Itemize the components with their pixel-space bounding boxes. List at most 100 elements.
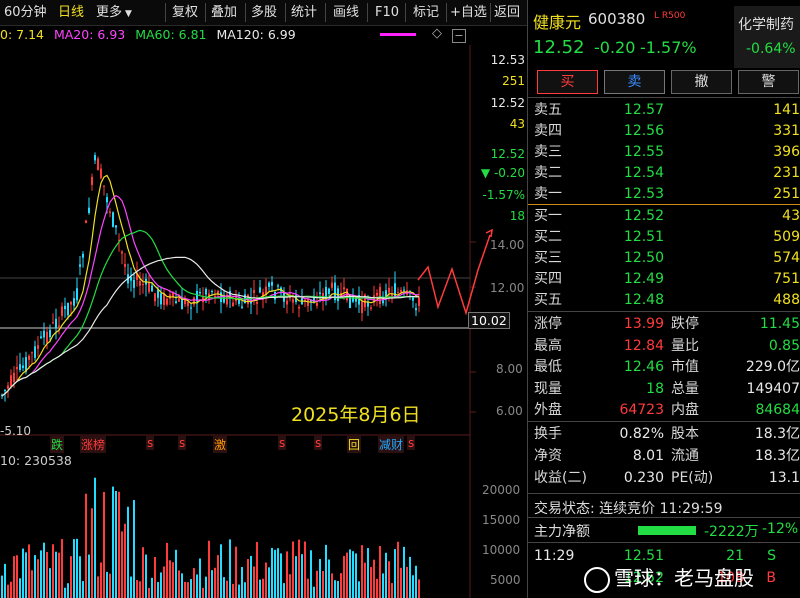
event-marker[interactable]: s xyxy=(146,436,155,450)
stat-value: 8.01 xyxy=(632,448,664,464)
tick-flag: B xyxy=(766,570,776,586)
candle-body xyxy=(58,325,60,327)
more-button[interactable]: 更多 ▼ xyxy=(96,3,132,22)
volume-bar xyxy=(214,567,216,598)
candle-body xyxy=(40,336,42,339)
current-price-tag: 10.02 xyxy=(468,312,510,329)
adjust-button[interactable]: 复权 xyxy=(172,3,198,22)
candle-body xyxy=(115,225,117,228)
tab-daily[interactable]: 日线 xyxy=(58,3,84,22)
volume-bar xyxy=(331,573,333,598)
alert-button[interactable]: 警 xyxy=(738,70,799,94)
buy-order-volume: 43 xyxy=(782,208,800,224)
cancel-order-button[interactable]: 撤 xyxy=(671,70,732,94)
buy-order-row[interactable]: 买一 12.52 43 xyxy=(534,206,800,227)
candle-body xyxy=(271,282,273,286)
event-marker[interactable]: s xyxy=(278,436,287,450)
sell-order-row[interactable]: 卖三 12.55 396 xyxy=(534,142,800,163)
tab-60min[interactable]: 60分钟 xyxy=(4,3,47,22)
sector-name: 化学制药 xyxy=(738,17,794,33)
volume-bar xyxy=(235,546,237,598)
event-marker[interactable]: 减财 xyxy=(378,436,405,453)
draw-button[interactable]: 画线 xyxy=(333,3,359,22)
stats-button[interactable]: 统计 xyxy=(291,3,317,22)
date-annotation: 2025年8月6日 xyxy=(291,404,421,426)
volume-bar xyxy=(358,581,360,598)
separator xyxy=(405,3,406,22)
volume-bar xyxy=(22,548,24,598)
event-marker[interactable]: 激 xyxy=(213,436,228,453)
volume-bar xyxy=(163,566,165,598)
volume-bar xyxy=(169,560,171,598)
candle-body xyxy=(34,346,36,358)
sell-order-label: 卖五 xyxy=(534,102,562,118)
volume-bar xyxy=(28,544,30,598)
sell-order-row[interactable]: 卖四 12.56 331 xyxy=(534,121,800,142)
volume-bar xyxy=(382,573,384,598)
price-change-pct: -1.57% xyxy=(640,38,697,57)
candle-body xyxy=(109,211,111,213)
volume-bar xyxy=(172,562,174,598)
volume-bar xyxy=(190,579,192,598)
sell-order-row[interactable]: 卖五 12.57 141 xyxy=(534,100,800,121)
sector-pct: -0.64% xyxy=(746,41,796,57)
volume-tick-10000: 10000 xyxy=(482,543,521,557)
divider xyxy=(528,311,800,312)
candle-body xyxy=(91,176,93,185)
zoom-out-button[interactable]: − xyxy=(452,29,466,43)
add-watchlist-button[interactable]: +自选 xyxy=(450,3,487,22)
buy-order-row[interactable]: 买二 12.51 509 xyxy=(534,227,800,248)
overlay-button[interactable]: 叠加 xyxy=(211,3,237,22)
buy-order-row[interactable]: 买四 12.49 751 xyxy=(534,269,800,290)
candle-body xyxy=(85,220,87,224)
mark-button[interactable]: 标记 xyxy=(413,3,439,22)
candle-body xyxy=(100,168,102,179)
diamond-icon[interactable]: ◇ xyxy=(432,26,442,41)
axis-ask-price: 12.53 xyxy=(490,53,525,67)
volume-bar xyxy=(127,506,129,598)
volume-bar xyxy=(40,550,42,598)
volume-bar xyxy=(73,539,75,598)
stock-code: 600380 xyxy=(588,10,646,28)
event-marker[interactable]: s xyxy=(407,436,416,450)
candle-body xyxy=(418,297,420,306)
separator xyxy=(245,3,246,22)
quote-axis-labels: 12.53 251 12.52 43 12.52 ▼ -0.20 -1.57% … xyxy=(470,45,527,245)
tick-flag: S xyxy=(767,548,776,564)
event-marker[interactable]: 涨榜 xyxy=(80,436,107,453)
volume-bar xyxy=(166,542,168,598)
volume-bar xyxy=(247,559,249,598)
volume-bar xyxy=(268,567,270,598)
sector-box[interactable]: 化学制药 -0.64% xyxy=(734,6,800,68)
sell-order-row[interactable]: 卖一 12.53 251 xyxy=(534,184,800,205)
buy-order-row[interactable]: 买五 12.48 488 xyxy=(534,290,800,311)
ma60-value: MA60: 6.81 xyxy=(135,27,207,42)
event-marker[interactable]: s xyxy=(178,436,187,450)
event-marker[interactable]: s xyxy=(314,436,323,450)
back-button[interactable]: 返回 xyxy=(494,3,520,22)
volume-bar xyxy=(184,581,186,598)
stat-label: 流通 xyxy=(671,448,699,464)
buy-order-label: 买三 xyxy=(534,250,562,266)
buy-button[interactable]: 买 xyxy=(537,70,598,94)
multi-stock-button[interactable]: 多股 xyxy=(251,3,277,22)
buy-order-row[interactable]: 买三 12.50 574 xyxy=(534,248,800,269)
sell-order-row[interactable]: 卖二 12.54 231 xyxy=(534,163,800,184)
kline-chart[interactable] xyxy=(0,45,527,598)
event-marker[interactable]: 跌 xyxy=(50,436,65,453)
volume-label: 10: 230538 xyxy=(0,453,72,468)
volume-bar xyxy=(361,545,363,598)
f10-button[interactable]: F10 xyxy=(375,3,399,22)
sell-order-price: 12.56 xyxy=(623,123,664,139)
volume-bar xyxy=(298,539,300,598)
stat-value: 18.3亿 xyxy=(754,448,800,464)
ma10-line xyxy=(1,174,420,397)
volume-bar xyxy=(271,547,273,598)
event-marker[interactable]: 回 xyxy=(347,436,362,453)
volume-bar xyxy=(337,580,339,598)
volume-bar xyxy=(49,568,51,598)
buy-order-price: 12.49 xyxy=(623,271,664,287)
volume-bar xyxy=(130,576,132,598)
sell-button[interactable]: 卖 xyxy=(604,70,665,94)
volume-bar xyxy=(178,570,180,598)
